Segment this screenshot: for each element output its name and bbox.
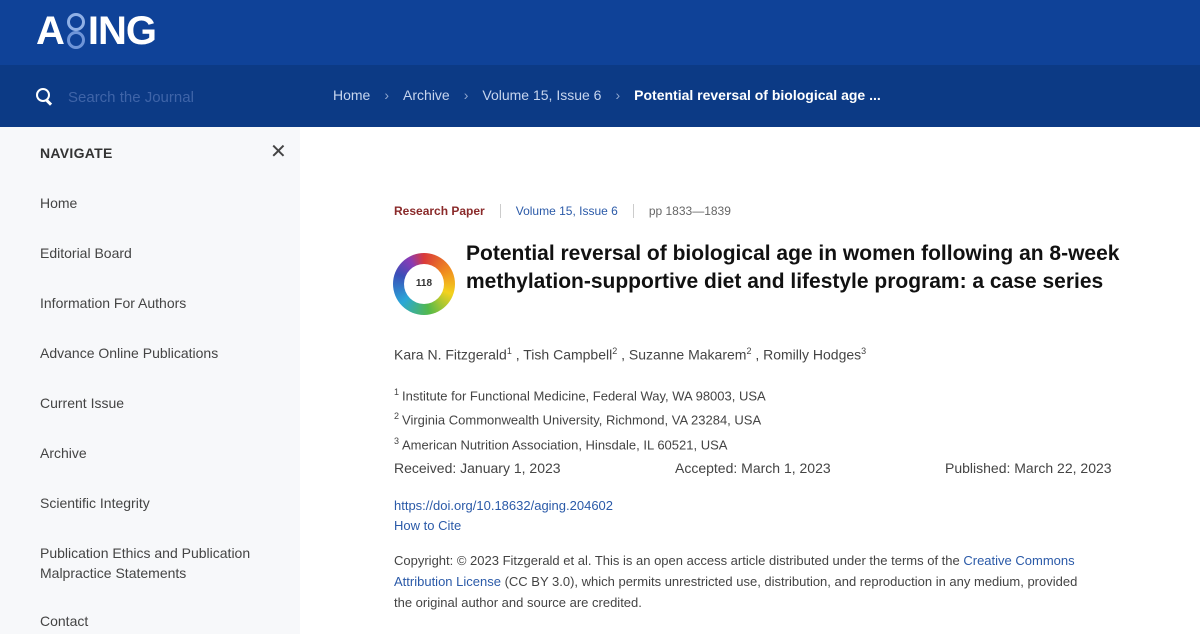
sidebar-item-editorial-board[interactable]: Editorial Board	[40, 245, 280, 295]
sidebar-item-contact[interactable]: Contact	[40, 613, 280, 634]
publication-dates: Received: January 1, 2023 Accepted: Marc…	[394, 460, 1154, 480]
search-icon[interactable]	[36, 88, 54, 106]
article-title: Potential reversal of biological age in …	[466, 242, 1120, 293]
close-icon[interactable]: ✕	[270, 142, 287, 162]
published-date: Published: March 22, 2023	[945, 460, 1112, 476]
article-header: Research Paper Volume 15, Issue 6 pp 183…	[300, 127, 1200, 634]
navigate-sidebar: NAVIGATE ✕ Home Editorial Board Informat…	[0, 127, 300, 634]
search-breadcrumb-bar: Home › Archive › Volume 15, Issue 6 › Po…	[0, 65, 1200, 127]
author-list: Kara N. Fitzgerald1 , Tish Campbell2 , S…	[394, 346, 867, 363]
author-affiliation-sup: 3	[861, 346, 867, 356]
divider	[499, 204, 501, 218]
sidebar-nav-list: Home Editorial Board Information For Aut…	[40, 195, 280, 634]
chevron-right-icon: ›	[384, 87, 390, 103]
affiliation-item: 1 Institute for Functional Medicine, Fede…	[394, 387, 766, 404]
sidebar-item-archive[interactable]: Archive	[40, 445, 280, 495]
author-name[interactable]: Tish Campbell	[523, 347, 612, 363]
chevron-right-icon: ›	[463, 87, 469, 103]
copyright-notice: Copyright: © 2023 Fitzgerald et al. This…	[394, 553, 1078, 610]
altmetric-badge-icon[interactable]: 118	[393, 253, 455, 315]
article-type: Research Paper	[394, 204, 485, 218]
creative-commons-link[interactable]: Creative Commons	[963, 553, 1074, 568]
breadcrumb: Home › Archive › Volume 15, Issue 6 › Po…	[333, 87, 881, 103]
breadcrumb-issue[interactable]: Volume 15, Issue 6	[482, 87, 601, 103]
search-input[interactable]	[68, 88, 268, 106]
sidebar-item-publication-ethics[interactable]: Publication Ethics and Publication Malpr…	[40, 543, 280, 613]
journal-logo[interactable]: A ING	[36, 9, 157, 53]
sidebar-item-home[interactable]: Home	[40, 195, 280, 245]
affiliation-item: 2 Virginia Commonwealth University, Richm…	[394, 411, 762, 428]
article-volume-link[interactable]: Volume 15, Issue 6	[516, 204, 618, 218]
how-to-cite-link[interactable]: How to Cite	[394, 516, 613, 536]
sidebar-item-scientific-integrity[interactable]: Scientific Integrity	[40, 495, 280, 545]
site-header: A ING	[0, 0, 1200, 65]
doi-link[interactable]: https://doi.org/10.18632/aging.204602	[394, 496, 613, 516]
article-meta: Research Paper Volume 15, Issue 6 pp 183…	[394, 204, 731, 218]
divider	[632, 204, 634, 218]
search-box[interactable]	[36, 85, 276, 109]
author-name[interactable]: Suzanne Makarem	[629, 347, 747, 363]
attribution-license-link[interactable]: Attribution License	[394, 574, 501, 589]
sidebar-item-advance-online-publications[interactable]: Advance Online Publications	[40, 345, 280, 395]
sidebar-item-information-for-authors[interactable]: Information For Authors	[40, 295, 280, 345]
sidebar-item-current-issue[interactable]: Current Issue	[40, 395, 280, 445]
accepted-date: Accepted: March 1, 2023	[675, 460, 831, 476]
doi-block: https://doi.org/10.18632/aging.204602 Ho…	[394, 496, 613, 536]
breadcrumb-home[interactable]: Home	[333, 87, 370, 103]
breadcrumb-archive[interactable]: Archive	[403, 87, 450, 103]
received-date: Received: January 1, 2023	[394, 460, 561, 476]
breadcrumb-current: Potential reversal of biological age ...	[634, 87, 881, 103]
sidebar-title: NAVIGATE	[40, 145, 113, 161]
article-pages: pp 1833—1839	[648, 204, 731, 218]
author-name[interactable]: Kara N. Fitzgerald	[394, 347, 507, 363]
chevron-right-icon: ›	[615, 87, 621, 103]
affiliation-list: 1 Institute for Functional Medicine, Fede…	[394, 382, 766, 455]
logo-g-mark	[65, 11, 87, 51]
altmetric-score: 118	[415, 278, 433, 289]
affiliation-item: 3 American Nutrition Association, Hinsdal…	[394, 435, 728, 452]
author-name[interactable]: Romilly Hodges	[763, 347, 861, 363]
